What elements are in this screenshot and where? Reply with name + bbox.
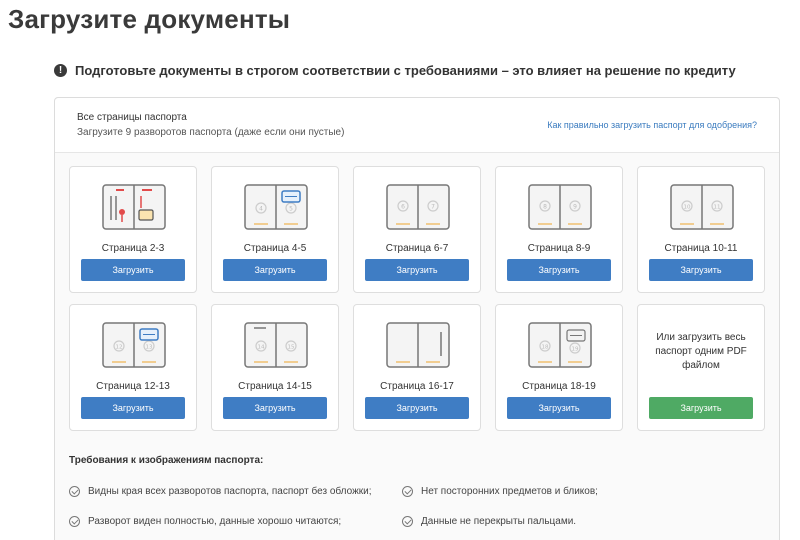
upload-card-page-4-5: 4 5 Страница 4-5 Загрузить: [211, 166, 339, 293]
requirement-text: Данные не перекрыты пальцами.: [421, 516, 577, 527]
notice: ! Подготовьте документы в строгом соотве…: [54, 63, 736, 78]
exclamation-icon: !: [54, 64, 67, 77]
requirement-text: Разворот виден полностью, данные хорошо …: [88, 516, 342, 527]
passport-spread-icon: 14 15: [244, 322, 308, 368]
upload-pdf-button[interactable]: Загрузить: [649, 397, 753, 419]
upload-button-page-12-13[interactable]: Загрузить: [81, 397, 185, 419]
page-number-left: 6: [401, 204, 405, 211]
page-label: Страница 2-3: [101, 243, 165, 254]
page-label: Страница 8-9: [527, 243, 591, 254]
pdf-upload-text: Или загрузить весь паспорт одним PDF фай…: [655, 332, 747, 371]
requirement-item: Данные не перекрыты пальцами.: [402, 516, 576, 527]
check-circle-icon: [402, 486, 413, 497]
upload-button-page-4-5[interactable]: Загрузить: [223, 259, 327, 281]
page-number-left: 18: [542, 345, 549, 351]
page-number-left: 14: [258, 345, 265, 351]
upload-button-page-18-19[interactable]: Загрузить: [507, 397, 611, 419]
requirement-text: Нет посторонних предметов и бликов;: [421, 486, 598, 497]
upload-card-page-6-7: 6 7 Страница 6-7 Загрузить: [353, 166, 481, 293]
upload-card-page-12-13: 12 13 Страница 12-13 Загрузить: [69, 304, 197, 431]
upload-button-page-2-3[interactable]: Загрузить: [81, 259, 185, 281]
upload-card-page-14-15: 14 15 Страница 14-15 Загрузить: [211, 304, 339, 431]
passport-spread-icon: 18 19: [528, 322, 592, 368]
page-number-right: 11: [714, 205, 721, 211]
page-label: Страница 10-11: [664, 243, 738, 254]
panel-header: Все страницы паспорта Загрузите 9 развор…: [55, 98, 779, 153]
check-circle-icon: [402, 516, 413, 527]
check-circle-icon: [69, 516, 80, 527]
page-number-right: 9: [573, 204, 577, 211]
upload-button-page-16-17[interactable]: Загрузить: [365, 397, 469, 419]
page-label: Страница 4-5: [243, 243, 307, 254]
requirements-title: Требования к изображениям паспорта:: [69, 455, 264, 466]
page-number-right: 13: [146, 345, 153, 351]
page-number-left: 8: [543, 204, 547, 211]
section-subtitle: Загрузите 9 разворотов паспорта (даже ес…: [77, 127, 345, 138]
upload-button-page-8-9[interactable]: Загрузить: [507, 259, 611, 281]
passport-spread-icon: 6 7: [386, 184, 450, 230]
page-label: Страница 16-17: [380, 381, 454, 392]
passport-spread-icon: 12 13: [102, 322, 166, 368]
upload-button-page-6-7[interactable]: Загрузить: [365, 259, 469, 281]
check-circle-icon: [69, 486, 80, 497]
page-number-left: 12: [116, 345, 123, 351]
page-label: Страница 6-7: [385, 243, 449, 254]
pdf-upload-card: Или загрузить весь паспорт одним PDF фай…: [637, 304, 765, 431]
page-number-left: 4: [259, 206, 263, 213]
passport-spread-icon: 10 11: [670, 184, 734, 230]
upload-card-page-10-11: 10 11 Страница 10-11 Загрузить: [637, 166, 765, 293]
passport-spread-icon: [386, 322, 450, 368]
upload-card-page-2-3: Страница 2-3 Загрузить: [69, 166, 197, 293]
page-title: Загрузите документы: [8, 4, 291, 34]
upload-button-page-10-11[interactable]: Загрузить: [649, 259, 753, 281]
help-link[interactable]: Как правильно загрузить паспорт для одоб…: [547, 120, 757, 130]
page-number-right: 5: [289, 206, 293, 213]
notice-text: Подготовьте документы в строгом соответс…: [75, 63, 736, 78]
passport-spread-icon: 8 9: [528, 184, 592, 230]
requirement-item: Видны края всех разворотов паспорта, пас…: [69, 486, 372, 497]
passport-spread-icon: [102, 184, 166, 230]
page-label: Страница 14-15: [238, 381, 312, 392]
page-number-right: 15: [288, 345, 295, 351]
upload-card-page-8-9: 8 9 Страница 8-9 Загрузить: [495, 166, 623, 293]
page-number-right: 19: [572, 347, 579, 353]
requirement-item: Нет посторонних предметов и бликов;: [402, 486, 598, 497]
upload-card-page-16-17: Страница 16-17 Загрузить: [353, 304, 481, 431]
page-label: Страница 18-19: [522, 381, 596, 392]
upload-button-page-14-15[interactable]: Загрузить: [223, 397, 327, 419]
requirement-item: Разворот виден полностью, данные хорошо …: [69, 516, 341, 527]
page-number-right: 7: [431, 204, 435, 211]
section-title: Все страницы паспорта: [77, 112, 187, 123]
passport-spread-icon: 4 5: [244, 184, 308, 230]
page-label: Страница 12-13: [96, 381, 170, 392]
requirement-text: Видны края всех разворотов паспорта, пас…: [88, 486, 372, 497]
upload-card-page-18-19: 18 19 Страница 18-19 Загрузить: [495, 304, 623, 431]
page-number-left: 10: [684, 205, 691, 211]
